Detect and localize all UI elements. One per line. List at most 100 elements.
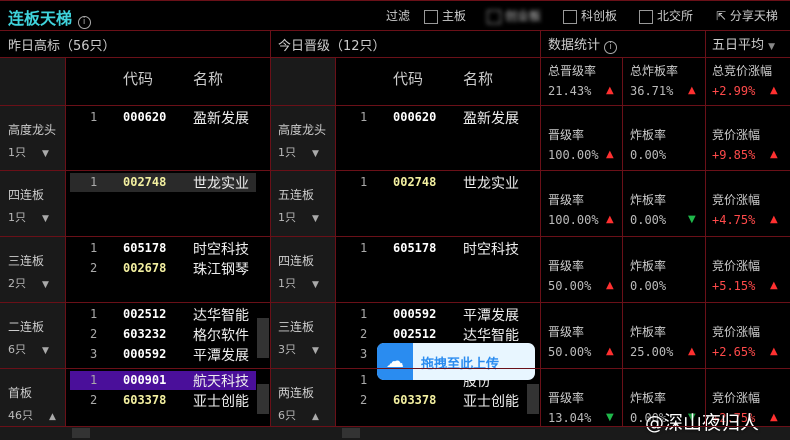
tier-label-cell[interactable]: 三连板 2只 ▼	[0, 236, 65, 302]
filter-main[interactable]: 主板	[424, 7, 466, 24]
arrow-up-icon: ▲	[770, 346, 778, 357]
stat-label: 竞价涨幅	[712, 391, 761, 405]
filter-star[interactable]: 科创板	[563, 7, 617, 24]
stat-label: 晋级率	[548, 259, 585, 273]
stat-value: +5.15%	[712, 279, 756, 293]
app-title: 连板天梯 i	[8, 5, 91, 29]
section-stats: 数据统计 i	[548, 34, 618, 54]
arrow-down-icon: ▼	[606, 412, 614, 423]
tier-label-cell[interactable]: 首板 46只 ▲	[0, 368, 65, 426]
stat-label: 晋级率	[548, 325, 585, 339]
stat-label: 竞价涨幅	[712, 325, 761, 339]
stock-row[interactable]: 1 000620 盈新发展	[340, 108, 526, 127]
col-blank	[270, 57, 335, 105]
checkbox[interactable]	[563, 9, 577, 24]
stock-row[interactable]: 2 002678 珠江钢琴	[70, 259, 256, 278]
arrow-up-icon: ▲	[606, 346, 614, 357]
stat-value: +4.75%	[712, 213, 756, 227]
total-value: 36.71%	[630, 84, 674, 98]
stock-row[interactable]: 2 603232 格尔软件	[70, 325, 256, 344]
info-icon[interactable]: i	[604, 41, 618, 54]
stat-label: 炸板率	[630, 193, 667, 207]
stat-label: 晋级率	[548, 193, 585, 207]
stat-value: +2.65%	[712, 345, 756, 359]
stat-label: 竞价涨幅	[712, 128, 761, 142]
stock-row[interactable]: 2 002512 达华智能	[340, 325, 526, 344]
stock-row[interactable]: 1 002748 世龙实业	[70, 173, 256, 192]
arrow-up-icon: ▲	[606, 85, 614, 96]
share-icon: ⇱	[716, 9, 727, 23]
tier-label-cell[interactable]: 高度龙头 1只 ▼	[270, 105, 335, 170]
col-name: 名称	[193, 70, 224, 88]
tier-label-cell[interactable]: 高度龙头 1只 ▼	[0, 105, 65, 170]
stat-value: 0.00%	[630, 213, 667, 227]
stock-row[interactable]: 1 000901 航天科技	[70, 371, 256, 390]
stat-value: 0.00%	[630, 279, 667, 293]
stat-value: 25.00%	[630, 345, 674, 359]
collapse-down-icon[interactable]: ▼	[42, 149, 49, 159]
v-scrollbar[interactable]	[527, 384, 539, 414]
arrow-up-icon: ▲	[606, 214, 614, 225]
collapse-down-icon[interactable]: ▼	[42, 280, 49, 290]
collapse-down-icon[interactable]: ▼	[42, 214, 49, 224]
arrow-up-icon: ▲	[770, 280, 778, 291]
upload-overlay[interactable]: ☁ 拖拽至此上传	[377, 343, 535, 380]
stat-value: +9.85%	[712, 148, 756, 162]
stock-row[interactable]: 3 000592 平潭发展	[70, 345, 256, 364]
stat-label: 炸板率	[630, 325, 667, 339]
stock-row[interactable]: 1 002748 世龙实业	[340, 173, 526, 192]
h-scrollbar[interactable]	[342, 428, 360, 438]
arrow-up-icon: ▲	[688, 346, 696, 357]
col-code: 代码	[123, 70, 154, 88]
watermark: @深山夜归人	[645, 412, 760, 434]
h-scrollbar[interactable]	[72, 428, 90, 438]
stock-row[interactable]: 1 000620 盈新发展	[70, 108, 256, 127]
collapse-down-icon[interactable]: ▼	[312, 346, 319, 356]
stock-row[interactable]: 1 000592 平潭发展	[340, 305, 526, 324]
checkbox[interactable]	[424, 9, 438, 24]
tier-label-cell[interactable]: 四连板 1只 ▼	[270, 236, 335, 302]
checkbox[interactable]	[639, 9, 653, 24]
v-scrollbar[interactable]	[257, 384, 269, 414]
total-value: 21.43%	[548, 84, 592, 98]
stat-label: 炸板率	[630, 391, 667, 405]
stat-value: 13.04%	[548, 411, 592, 425]
stat-label: 晋级率	[548, 391, 585, 405]
total-label: 总炸板率	[630, 64, 679, 78]
v-scrollbar[interactable]	[257, 318, 269, 358]
filter-chinext[interactable]: 创业板	[487, 7, 541, 24]
tier-label-cell[interactable]: 五连板 1只 ▼	[270, 170, 335, 236]
stock-row[interactable]: 1 605178 时空科技	[340, 239, 526, 258]
tier-label-cell[interactable]: 两连板 6只 ▲	[270, 368, 335, 426]
collapse-down-icon[interactable]: ▼	[312, 149, 319, 159]
stock-row[interactable]: 2 603378 亚士创能	[70, 391, 256, 410]
stat-value: 100.00%	[548, 213, 599, 227]
checkbox[interactable]	[487, 9, 501, 24]
tier-label-cell[interactable]: 三连板 3只 ▼	[270, 302, 335, 368]
arrow-up-icon: ▲	[606, 280, 614, 291]
total-label: 总竞价涨幅	[712, 64, 773, 78]
stock-row[interactable]: 2 603378 亚士创能	[340, 391, 526, 410]
collapse-down-icon[interactable]: ▼	[312, 280, 319, 290]
tier-label-cell[interactable]: 四连板 1只 ▼	[0, 170, 65, 236]
filter-bse[interactable]: 北交所	[639, 7, 693, 24]
arrow-up-icon: ▲	[606, 149, 614, 160]
period-dropdown[interactable]: 五日平均 ▼	[712, 34, 775, 53]
expand-up-icon[interactable]: ▲	[312, 412, 319, 422]
tier-label-cell[interactable]: 二连板 6只 ▼	[0, 302, 65, 368]
stock-row[interactable]: 1 605178 时空科技	[70, 239, 256, 258]
expand-up-icon[interactable]: ▲	[49, 412, 56, 422]
stat-label: 炸板率	[630, 259, 667, 273]
stat-label: 竞价涨幅	[712, 259, 761, 273]
section-yesterday: 昨日高标（56只）	[8, 39, 116, 54]
col-code: 代码	[393, 70, 424, 88]
stat-label: 竞价涨幅	[712, 193, 761, 207]
stock-row[interactable]: 1 002512 达华智能	[70, 305, 256, 324]
info-icon[interactable]: i	[77, 16, 91, 29]
arrow-down-icon: ▼	[688, 214, 696, 225]
arrow-up-icon: ▲	[770, 412, 778, 423]
share-button[interactable]: ⇱ 分享天梯	[716, 7, 778, 24]
collapse-down-icon[interactable]: ▼	[312, 214, 319, 224]
collapse-down-icon[interactable]: ▼	[42, 346, 49, 356]
arrow-up-icon: ▲	[688, 85, 696, 96]
